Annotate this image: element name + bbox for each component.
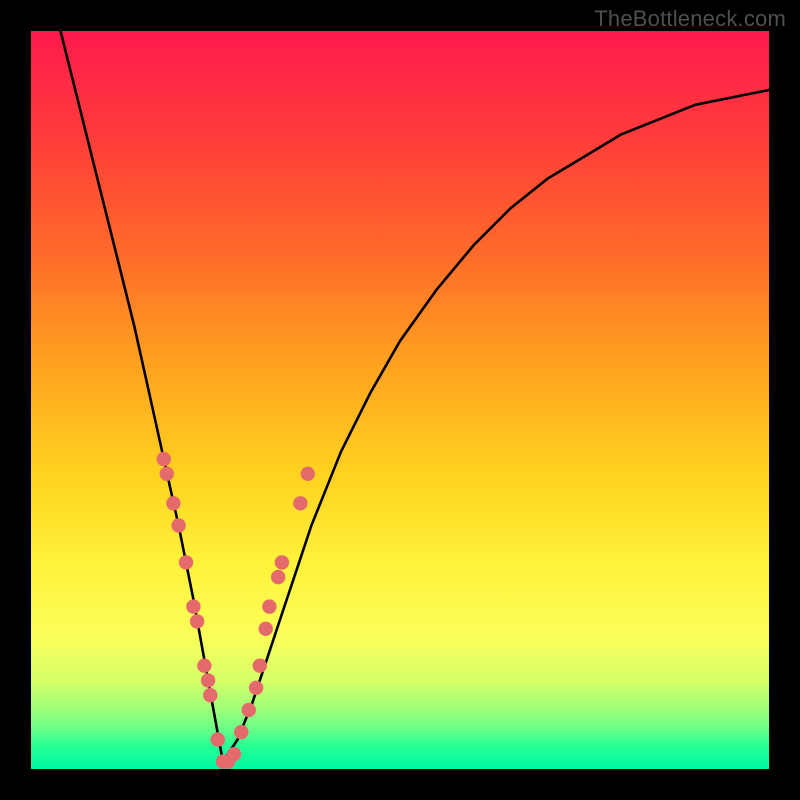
data-point bbox=[190, 614, 204, 628]
data-point bbox=[166, 496, 180, 510]
highlighted-points bbox=[157, 452, 315, 769]
data-point bbox=[179, 555, 193, 569]
bottleneck-curve-svg bbox=[31, 31, 769, 769]
data-point bbox=[301, 467, 315, 481]
data-point bbox=[262, 599, 276, 613]
data-point bbox=[242, 703, 256, 717]
bottleneck-curve bbox=[61, 31, 770, 762]
chart-frame: TheBottleneck.com bbox=[0, 0, 800, 800]
data-point bbox=[293, 496, 307, 510]
plot-area bbox=[31, 31, 769, 769]
data-point bbox=[253, 659, 267, 673]
data-point bbox=[271, 570, 285, 584]
data-point bbox=[227, 747, 241, 761]
data-point bbox=[234, 725, 248, 739]
data-point bbox=[259, 622, 273, 636]
data-point bbox=[171, 518, 185, 532]
data-point bbox=[201, 673, 215, 687]
data-point bbox=[275, 555, 289, 569]
data-point bbox=[211, 732, 225, 746]
data-point bbox=[186, 599, 200, 613]
data-point bbox=[157, 452, 171, 466]
data-point bbox=[160, 467, 174, 481]
data-point bbox=[197, 659, 211, 673]
data-point bbox=[203, 688, 217, 702]
watermark-text: TheBottleneck.com bbox=[594, 6, 786, 32]
data-point bbox=[249, 681, 263, 695]
